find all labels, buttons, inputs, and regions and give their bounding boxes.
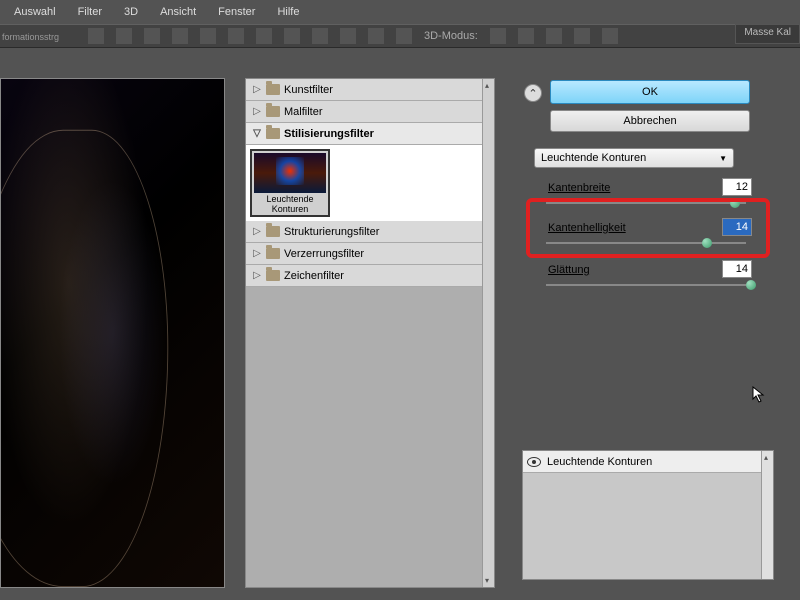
slider-track[interactable] <box>546 284 746 286</box>
category-label: Verzerrungsfilter <box>284 248 364 260</box>
ok-button[interactable]: OK <box>550 80 750 104</box>
collapse-button[interactable]: ⌃ <box>524 84 542 102</box>
filter-thumbnails: Leuchtende Konturen <box>246 145 494 221</box>
thumb-label: Leuchtende Konturen <box>252 195 328 215</box>
menu-bar: Auswahl Filter 3D Ansicht Fenster Hilfe <box>0 0 800 24</box>
mode-icon[interactable] <box>602 28 618 44</box>
category-verzerrung[interactable]: ▷ Verzerrungsfilter <box>246 243 494 265</box>
folder-icon <box>266 248 280 259</box>
filter-list-empty <box>246 287 494 587</box>
align-icon[interactable] <box>200 28 216 44</box>
effect-layers-panel: Leuchtende Konturen <box>522 450 774 580</box>
thumb-preview <box>254 153 326 193</box>
menu-fenster[interactable]: Fenster <box>208 2 265 22</box>
param-value-input[interactable]: 12 <box>722 178 752 196</box>
folder-icon <box>266 270 280 281</box>
effect-dropdown[interactable]: Leuchtende Konturen ▼ <box>534 148 734 168</box>
filter-thumb-leuchtende-konturen[interactable]: Leuchtende Konturen <box>250 149 330 217</box>
scrollbar[interactable] <box>482 79 494 587</box>
filter-controls: ⌃ OK Abbrechen Leuchtende Konturen ▼ Kan… <box>518 78 778 588</box>
category-strukturierung[interactable]: ▷ Strukturierungsfilter <box>246 221 494 243</box>
visibility-eye-icon[interactable] <box>527 457 541 467</box>
slider-track[interactable] <box>546 242 746 244</box>
param-label: Kantenbreite <box>548 182 610 194</box>
param-value-input[interactable]: 14 <box>722 218 752 236</box>
effect-selected-label: Leuchtende Konturen <box>541 152 646 164</box>
dropdown-arrow-icon: ▼ <box>719 154 727 163</box>
filter-gallery-dialog: ▷ Kunstfilter ▷ Malfilter ▽ Stilisierung… <box>0 48 800 600</box>
param-label: Kantenhelligkeit <box>548 222 626 234</box>
folder-icon <box>266 106 280 117</box>
distribute-icon[interactable] <box>284 28 300 44</box>
chevron-up-icon: ⌃ <box>528 87 537 100</box>
align-icon[interactable] <box>116 28 132 44</box>
category-label: Stilisierungsfilter <box>284 128 374 140</box>
expand-arrow-icon: ▷ <box>252 106 262 117</box>
transform-label: formationsstrg <box>0 30 61 44</box>
category-label: Zeichenfilter <box>284 270 344 282</box>
align-icon[interactable] <box>88 28 104 44</box>
collapse-arrow-icon: ▽ <box>252 128 262 139</box>
slider-handle[interactable] <box>746 280 756 290</box>
align-icon[interactable] <box>144 28 160 44</box>
align-icon[interactable] <box>228 28 244 44</box>
effect-layer-label: Leuchtende Konturen <box>547 456 652 468</box>
mode-3d-label: 3D-Modus: <box>424 30 478 42</box>
expand-arrow-icon: ▷ <box>252 270 262 281</box>
slider-track[interactable] <box>546 202 746 204</box>
mode-icon[interactable] <box>518 28 534 44</box>
menu-hilfe[interactable]: Hilfe <box>267 2 309 22</box>
filter-category-list: ▷ Kunstfilter ▷ Malfilter ▽ Stilisierung… <box>245 78 495 588</box>
category-label: Kunstfilter <box>284 84 333 96</box>
folder-icon <box>266 226 280 237</box>
scrollbar[interactable] <box>761 451 773 579</box>
mode-icon[interactable] <box>490 28 506 44</box>
menu-filter[interactable]: Filter <box>68 2 112 22</box>
category-label: Malfilter <box>284 106 323 118</box>
category-zeichen[interactable]: ▷ Zeichenfilter <box>246 265 494 287</box>
category-label: Strukturierungsfilter <box>284 226 379 238</box>
mode-icon[interactable] <box>546 28 562 44</box>
menu-3d[interactable]: 3D <box>114 2 148 22</box>
category-stilisierung[interactable]: ▽ Stilisierungsfilter <box>246 123 494 145</box>
category-kunstfilter[interactable]: ▷ Kunstfilter <box>246 79 494 101</box>
align-icon[interactable] <box>172 28 188 44</box>
expand-arrow-icon: ▷ <box>252 84 262 95</box>
preview-image <box>1 79 224 587</box>
menu-ansicht[interactable]: Ansicht <box>150 2 206 22</box>
preview-pane <box>0 78 225 588</box>
category-malfilter[interactable]: ▷ Malfilter <box>246 101 494 123</box>
param-label: Glättung <box>548 264 590 276</box>
menu-auswahl[interactable]: Auswahl <box>4 2 66 22</box>
panel-tab[interactable]: Masse Kal <box>735 24 800 44</box>
folder-icon <box>266 128 280 139</box>
mode-icon[interactable] <box>574 28 590 44</box>
distribute-icon[interactable] <box>312 28 328 44</box>
param-value-input[interactable]: 14 <box>722 260 752 278</box>
options-bar: formationsstrg 3D-Modus: <box>0 24 800 48</box>
distribute-icon[interactable] <box>340 28 356 44</box>
folder-icon <box>266 84 280 95</box>
expand-arrow-icon: ▷ <box>252 226 262 237</box>
distribute-icon[interactable] <box>396 28 412 44</box>
distribute-icon[interactable] <box>368 28 384 44</box>
slider-handle[interactable] <box>702 238 712 248</box>
effect-layer-row[interactable]: Leuchtende Konturen <box>523 451 773 473</box>
expand-arrow-icon: ▷ <box>252 248 262 259</box>
cancel-button[interactable]: Abbrechen <box>550 110 750 132</box>
slider-handle[interactable] <box>730 198 740 208</box>
distribute-icon[interactable] <box>256 28 272 44</box>
